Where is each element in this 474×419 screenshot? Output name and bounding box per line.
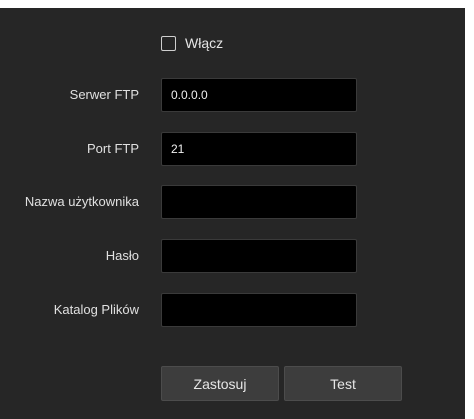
enable-toggle[interactable]: Włącz (161, 35, 223, 51)
ftp-server-label: Serwer FTP (69, 87, 139, 102)
file-directory-row: Katalog Plików (0, 293, 465, 327)
enable-label: Włącz (185, 35, 224, 51)
ftp-server-input[interactable] (161, 78, 357, 112)
enable-checkbox[interactable] (161, 35, 176, 51)
ftp-settings-panel: Włącz Serwer FTP Port FTP Nazwa użytkown… (0, 8, 465, 419)
username-row: Nazwa użytkownika (0, 185, 465, 219)
apply-button[interactable]: Zastosuj (161, 366, 279, 401)
username-label: Nazwa użytkownika (24, 194, 139, 209)
password-input[interactable] (161, 239, 357, 273)
password-label: Hasło (105, 248, 139, 263)
ftp-port-label: Port FTP (86, 141, 139, 156)
ftp-port-row: Port FTP (0, 132, 465, 166)
ftp-port-input[interactable] (161, 132, 357, 166)
file-directory-input[interactable] (161, 293, 357, 327)
test-button[interactable]: Test (284, 366, 402, 401)
password-row: Hasło (0, 239, 465, 273)
username-input[interactable] (161, 185, 357, 219)
file-directory-label: Katalog Plików (53, 302, 139, 317)
ftp-server-row: Serwer FTP (0, 78, 465, 112)
